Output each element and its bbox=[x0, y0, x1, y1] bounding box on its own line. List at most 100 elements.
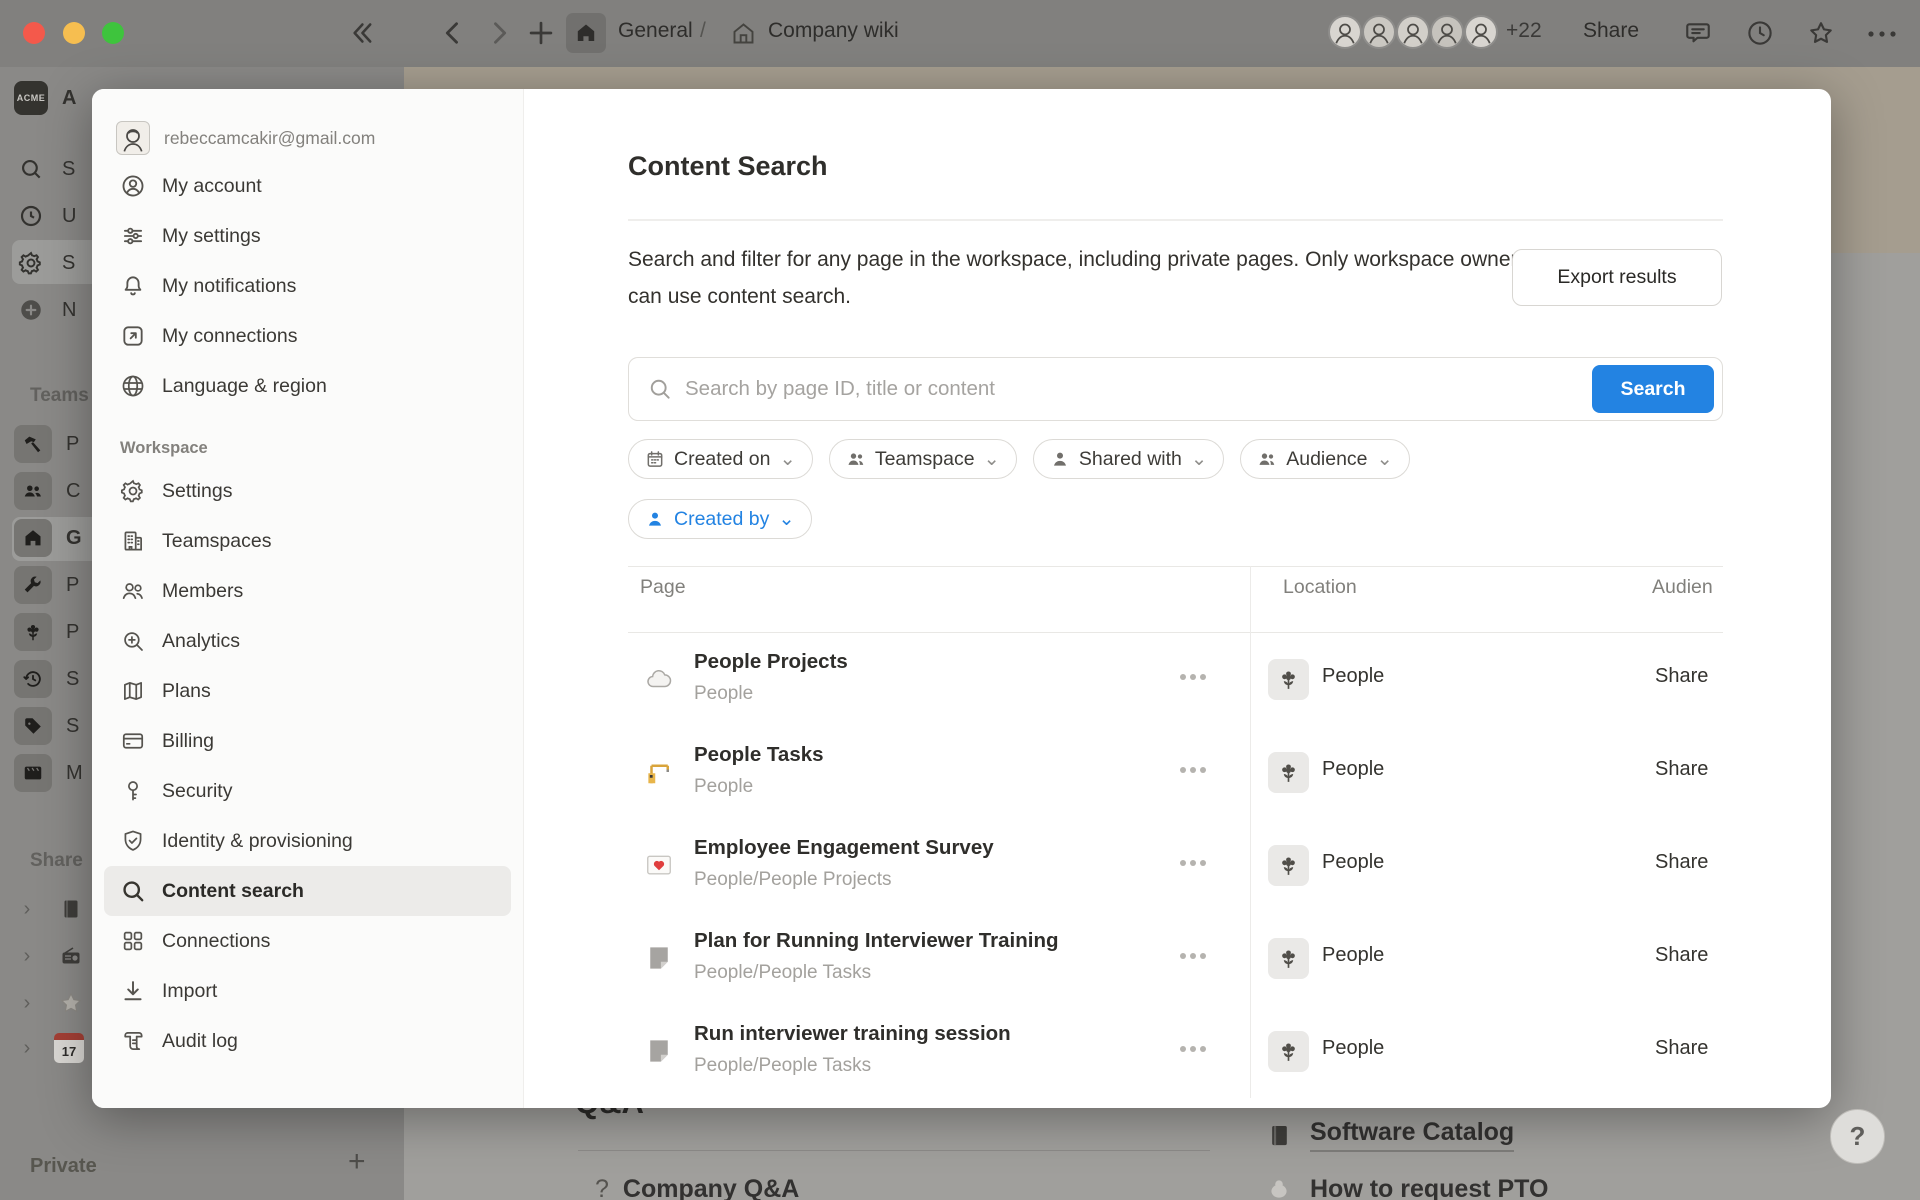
table-row[interactable]: Employee Engagement Survey People/People… bbox=[628, 819, 1723, 912]
row-menu-button[interactable] bbox=[1180, 953, 1206, 959]
nav-item-identity-provisioning[interactable]: Identity & provisioning bbox=[104, 816, 511, 866]
table-row[interactable]: People Projects People People Share bbox=[628, 633, 1723, 726]
nav-item-security[interactable]: Security bbox=[104, 766, 511, 816]
row-menu-button[interactable] bbox=[1180, 1046, 1206, 1052]
search-button[interactable]: Search bbox=[1592, 365, 1714, 413]
chevron-down-icon: ⌄ bbox=[984, 447, 1000, 471]
nav-item-content-search[interactable]: Content search bbox=[104, 866, 511, 916]
add-private-page-button[interactable]: + bbox=[348, 1145, 366, 1179]
row-menu-button[interactable] bbox=[1180, 860, 1206, 866]
row-menu-button[interactable] bbox=[1180, 767, 1206, 773]
help-button[interactable]: ? bbox=[1830, 1109, 1885, 1164]
flower-icon bbox=[14, 613, 52, 651]
filter-shared-with[interactable]: Shared with⌄ bbox=[1033, 439, 1224, 479]
sidebar-teamspace-item[interactable]: S bbox=[14, 660, 79, 698]
history-icon[interactable] bbox=[1745, 18, 1775, 48]
divider bbox=[628, 219, 1723, 221]
avatar[interactable] bbox=[1396, 15, 1430, 49]
sidebar-shared-item[interactable]: › bbox=[14, 892, 88, 926]
export-results-button[interactable]: Export results bbox=[1512, 249, 1722, 306]
nav-item-audit-log[interactable]: Audit log bbox=[104, 1016, 511, 1066]
note-page-icon bbox=[644, 1036, 674, 1066]
nav-item-my-connections[interactable]: My connections bbox=[104, 311, 511, 361]
row-location[interactable]: People bbox=[1322, 665, 1384, 688]
favorite-star-icon[interactable] bbox=[1806, 18, 1836, 48]
sidebar-teamspace-item[interactable]: C bbox=[14, 472, 80, 510]
sidebar-teamspace-item[interactable]: S bbox=[14, 707, 79, 745]
traffic-close-button[interactable] bbox=[23, 22, 45, 44]
sidebar-shared-item[interactable]: › bbox=[14, 939, 88, 973]
sidebar-section-private[interactable]: Private bbox=[30, 1155, 97, 1178]
avatar[interactable] bbox=[1328, 15, 1362, 49]
sidebar-shared-item[interactable]: › 17 bbox=[14, 1033, 84, 1063]
avatar[interactable] bbox=[1362, 15, 1396, 49]
sidebar-teamspace-item-people[interactable]: P bbox=[14, 613, 79, 651]
traffic-zoom-button[interactable] bbox=[102, 22, 124, 44]
avatar[interactable] bbox=[1464, 15, 1498, 49]
nav-item-import[interactable]: Import bbox=[104, 966, 511, 1016]
sidebar-item-search[interactable]: S bbox=[14, 152, 75, 186]
nav-item-my-notifications[interactable]: My notifications bbox=[104, 261, 511, 311]
row-location[interactable]: People bbox=[1322, 851, 1384, 874]
nav-item-my-settings[interactable]: My settings bbox=[104, 211, 511, 261]
nav-item-analytics[interactable]: Analytics bbox=[104, 616, 511, 666]
filter-audience[interactable]: Audience⌄ bbox=[1240, 439, 1410, 479]
row-location[interactable]: People bbox=[1322, 758, 1384, 781]
filter-created-by[interactable]: Created by⌄ bbox=[628, 499, 812, 539]
chevron-right-icon[interactable]: › bbox=[14, 992, 40, 1015]
map-icon bbox=[120, 678, 146, 704]
breadcrumb-home-icon[interactable] bbox=[566, 13, 606, 53]
breadcrumb-root[interactable]: General bbox=[618, 19, 693, 43]
sidebar-shared-item[interactable]: › bbox=[14, 986, 88, 1020]
more-options-icon[interactable] bbox=[1866, 28, 1898, 40]
avatar[interactable] bbox=[1430, 15, 1464, 49]
new-tab-icon[interactable] bbox=[524, 16, 558, 50]
forward-icon[interactable] bbox=[482, 16, 516, 50]
breadcrumb-page[interactable]: Company wiki bbox=[768, 19, 899, 43]
sidebar-item-new-page[interactable]: N bbox=[14, 293, 76, 327]
sidebar-workspace-switcher[interactable]: ACME A bbox=[14, 81, 76, 115]
chevron-right-icon[interactable]: › bbox=[14, 898, 40, 921]
sidebar-item-settings[interactable]: S bbox=[14, 246, 75, 280]
column-header-page[interactable]: Page bbox=[640, 576, 686, 599]
teamspace-flower-icon bbox=[1268, 1031, 1309, 1072]
nav-item-language-region[interactable]: Language & region bbox=[104, 361, 511, 411]
nav-item-teamspaces[interactable]: Teamspaces bbox=[104, 516, 511, 566]
column-header-audience[interactable]: Audien bbox=[1652, 576, 1723, 599]
chevron-right-icon[interactable]: › bbox=[14, 945, 40, 968]
nav-item-plans[interactable]: Plans bbox=[104, 666, 511, 716]
chevron-right-icon[interactable]: › bbox=[14, 1037, 40, 1060]
row-location[interactable]: People bbox=[1322, 944, 1384, 967]
sidebar-teamspace-item[interactable]: M bbox=[14, 754, 83, 792]
sidebar-teamspace-item-general[interactable]: G bbox=[14, 519, 82, 557]
nav-item-connections[interactable]: Connections bbox=[104, 916, 511, 966]
row-menu-button[interactable] bbox=[1180, 674, 1206, 680]
nav-item-settings[interactable]: Settings bbox=[104, 466, 511, 516]
back-icon[interactable] bbox=[436, 16, 470, 50]
nav-item-members[interactable]: Members bbox=[104, 566, 511, 616]
film-icon bbox=[14, 754, 52, 792]
sidebar-item-updates[interactable]: U bbox=[14, 199, 76, 233]
column-header-location[interactable]: Location bbox=[1283, 576, 1357, 599]
table-row[interactable]: People Tasks People People Share bbox=[628, 726, 1723, 819]
filter-teamspace[interactable]: Teamspace⌄ bbox=[829, 439, 1017, 479]
search-input[interactable] bbox=[685, 358, 1592, 420]
sidebar-teamspace-item[interactable]: P bbox=[14, 566, 79, 604]
traffic-minimize-button[interactable] bbox=[63, 22, 85, 44]
avatar-overflow-count[interactable]: +22 bbox=[1506, 19, 1542, 43]
table-row[interactable]: Plan for Running Interviewer Training Pe… bbox=[628, 912, 1723, 1005]
filter-created-on[interactable]: Created on⌄ bbox=[628, 439, 813, 479]
nav-item-my-account[interactable]: My account bbox=[104, 161, 511, 211]
row-location[interactable]: People bbox=[1322, 1037, 1384, 1060]
table-row[interactable]: Run interviewer training session People/… bbox=[628, 1005, 1723, 1098]
share-button[interactable]: Share bbox=[1583, 19, 1639, 43]
sidebar-collapse-icon[interactable] bbox=[344, 16, 378, 50]
request-pto-link[interactable]: How to request PTO bbox=[1262, 1172, 1548, 1200]
sidebar-section-shared[interactable]: Share bbox=[30, 850, 83, 872]
software-catalog-link[interactable]: Software Catalog bbox=[1262, 1118, 1514, 1152]
sidebar-teamspace-item[interactable]: P bbox=[14, 425, 79, 463]
comments-icon[interactable] bbox=[1683, 18, 1713, 48]
company-qa-link[interactable]: ? Company Q&A bbox=[595, 1175, 799, 1200]
nav-item-billing[interactable]: Billing bbox=[104, 716, 511, 766]
sidebar-section-teamspaces[interactable]: Teams bbox=[30, 385, 89, 407]
